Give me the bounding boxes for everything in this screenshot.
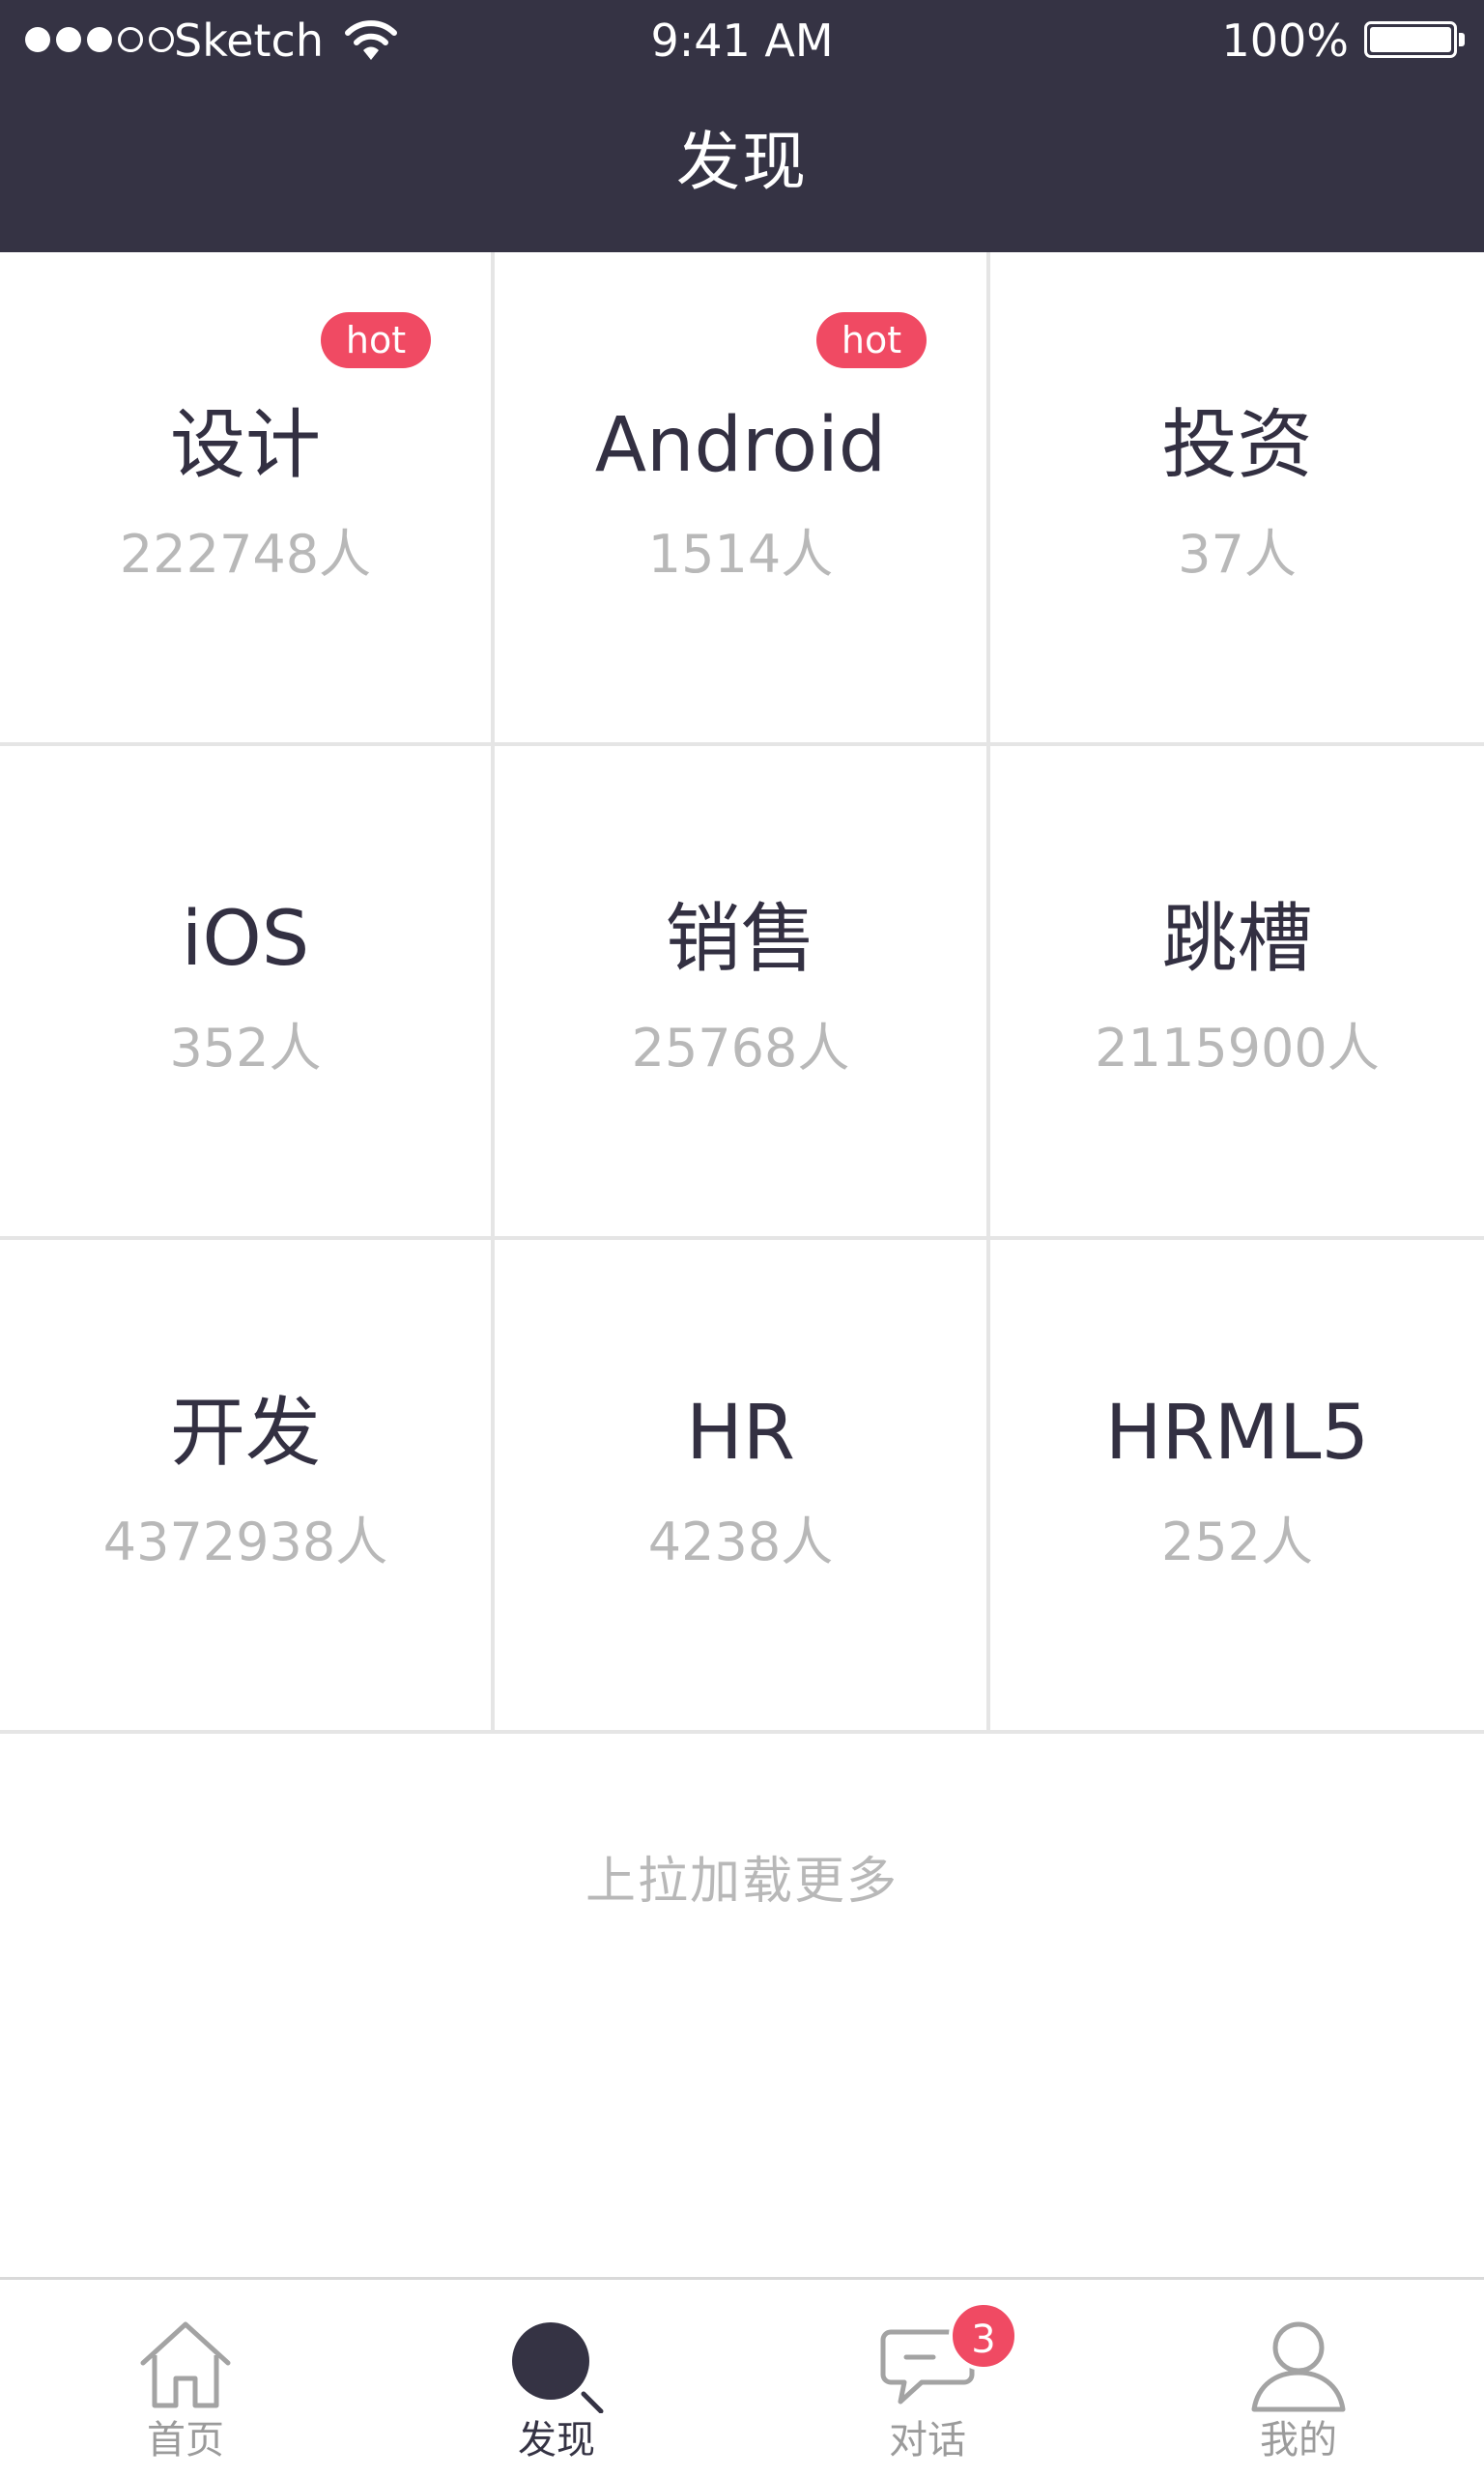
category-card-hrml5[interactable]: HRML5 252人 (990, 1240, 1484, 1734)
category-name: Android (594, 402, 887, 489)
hot-badge: hot (321, 312, 431, 368)
profile-icon (1251, 2321, 1346, 2412)
category-member-count: 25768人 (631, 1018, 850, 1079)
category-member-count: 37人 (1178, 524, 1297, 585)
tab-chat[interactable]: 3 对话 (742, 2280, 1113, 2477)
unread-count-badge: 3 (949, 2301, 1018, 2371)
hot-badge: hot (816, 312, 927, 368)
category-member-count: 352人 (169, 1018, 322, 1079)
category-member-count: 252人 (1160, 1512, 1314, 1572)
tab-bar: 首页 发现 3 对话 我的 (0, 2277, 1484, 2474)
category-card-android[interactable]: hot Android 1514人 (495, 252, 990, 746)
category-card-design[interactable]: hot 设计 222748人 (0, 252, 495, 746)
category-name: 销售 (665, 896, 816, 983)
category-member-count: 1514人 (647, 524, 834, 585)
battery-percentage: 100% (1221, 14, 1349, 67)
battery-icon (1364, 21, 1465, 58)
home-icon (140, 2321, 231, 2408)
category-member-count: 222748人 (119, 524, 372, 585)
category-card-ios[interactable]: iOS 352人 (0, 746, 495, 1240)
load-more-hint: 上拉加载更多 (585, 1853, 899, 1911)
tab-label: 我的 (1260, 2418, 1337, 2463)
category-name: 跳槽 (1161, 896, 1313, 983)
category-card-job-change[interactable]: 跳槽 2115900人 (990, 746, 1484, 1240)
category-name: 开发 (169, 1390, 321, 1477)
category-member-count: 4238人 (647, 1512, 834, 1572)
category-card-development[interactable]: 开发 4372938人 (0, 1240, 495, 1734)
discover-icon (512, 2322, 604, 2413)
category-name: 设计 (169, 402, 321, 489)
tab-profile[interactable]: 我的 (1113, 2280, 1484, 2477)
tab-label: 对话 (889, 2418, 966, 2463)
category-name: 投资 (1161, 402, 1313, 489)
tab-home[interactable]: 首页 (0, 2280, 371, 2477)
category-grid: hot 设计 222748人 hot Android 1514人 投资 37人 … (0, 252, 1484, 1734)
tab-label: 首页 (147, 2418, 224, 2463)
page-title: 发现 (676, 125, 808, 199)
category-card-sales[interactable]: 销售 25768人 (495, 746, 990, 1240)
category-card-investment[interactable]: 投资 37人 (990, 252, 1484, 746)
category-name: iOS (181, 896, 310, 983)
tab-label: 发现 (518, 2418, 595, 2463)
tab-discover[interactable]: 发现 (371, 2280, 742, 2477)
category-name: HRML5 (1104, 1390, 1370, 1477)
status-bar: Sketch 9:41 AM 100% (0, 0, 1484, 81)
navigation-header: Sketch 9:41 AM 100% 发现 (0, 0, 1484, 252)
category-member-count: 4372938人 (102, 1512, 388, 1572)
category-member-count: 2115900人 (1095, 1018, 1380, 1079)
category-name: HR (686, 1390, 795, 1477)
category-card-hr[interactable]: HR 4238人 (495, 1240, 990, 1734)
